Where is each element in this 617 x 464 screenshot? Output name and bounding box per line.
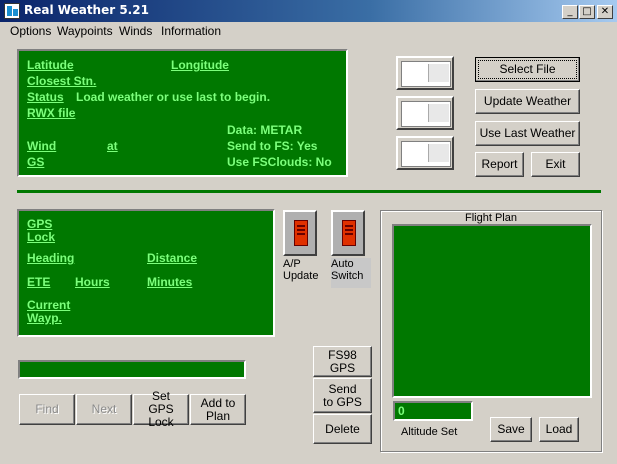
wind-label: Wind xyxy=(27,139,57,153)
wind-at-label: at xyxy=(107,139,118,153)
minimize-button[interactable]: _ xyxy=(562,5,578,19)
status-value: Load weather or use last to begin. xyxy=(76,90,271,104)
ete-label: ETE xyxy=(27,275,51,289)
toggle-box-2[interactable] xyxy=(396,96,454,130)
progress-bar xyxy=(18,360,246,379)
maximize-button[interactable]: □ xyxy=(579,5,595,19)
longitude-label: Longitude xyxy=(171,58,229,72)
app-icon[interactable] xyxy=(4,3,20,19)
select-file-button[interactable]: Select File xyxy=(475,57,580,82)
use-fsclouds-status: Use FSClouds: No xyxy=(227,155,332,169)
rwx-file-label: RWX file xyxy=(27,106,76,120)
find-button[interactable]: Find xyxy=(19,394,75,425)
heading-label: Heading xyxy=(27,251,75,265)
gs-label: GS xyxy=(27,155,45,169)
gps-panel: GPS Lock Heading Distance ETE Hours Minu… xyxy=(17,209,275,337)
toggle-box-3[interactable] xyxy=(396,136,454,170)
close-button[interactable]: ✕ xyxy=(597,5,613,19)
toggle-face xyxy=(401,101,451,127)
load-button[interactable]: Load xyxy=(539,417,579,442)
status-label: Status xyxy=(27,90,64,104)
ap-update-label: A/P Update xyxy=(283,258,319,282)
add-to-plan-button[interactable]: Add to Plan xyxy=(190,394,246,425)
closest-station-label: Closest Stn. xyxy=(27,74,97,88)
save-button[interactable]: Save xyxy=(490,417,532,442)
maximize-icon: □ xyxy=(582,6,592,17)
fs98-gps-button[interactable]: FS98 GPS xyxy=(313,346,372,377)
exit-button[interactable]: Exit xyxy=(531,152,580,177)
flight-plan-title: Flight Plan xyxy=(465,212,517,224)
set-gps-lock-button[interactable]: Set GPS Lock xyxy=(133,390,189,429)
report-button[interactable]: Report xyxy=(475,152,524,177)
toggle-face xyxy=(401,141,451,167)
window-title: Real Weather 5.21 xyxy=(24,3,149,17)
altitude-set-label: Altitude Set xyxy=(401,426,458,438)
menu-winds[interactable]: Winds xyxy=(119,24,152,38)
altitude-input[interactable]: 0 xyxy=(393,401,473,421)
minimize-icon: _ xyxy=(567,6,573,17)
hours-label: Hours xyxy=(75,275,110,289)
weather-panel: Latitude Longitude Closest Stn. Status L… xyxy=(17,49,348,177)
next-button[interactable]: Next xyxy=(76,394,132,425)
menu-options[interactable]: Options xyxy=(10,24,51,38)
use-last-weather-button[interactable]: Use Last Weather xyxy=(475,121,580,146)
close-icon: ✕ xyxy=(600,6,610,17)
update-weather-button[interactable]: Update Weather xyxy=(475,89,580,114)
current-waypoint-label: Current Wayp. xyxy=(27,298,71,325)
toggle-face xyxy=(401,61,451,87)
ap-update-switch[interactable] xyxy=(283,210,317,256)
menu-waypoints[interactable]: Waypoints xyxy=(57,24,113,38)
send-to-gps-button[interactable]: Send to GPS xyxy=(313,378,372,413)
flight-plan-list[interactable] xyxy=(392,224,592,398)
separator-line xyxy=(17,190,601,193)
switch-red-icon xyxy=(294,220,308,246)
data-source: Data: METAR xyxy=(227,123,303,137)
latitude-label: Latitude xyxy=(27,58,74,72)
toggle-box-1[interactable] xyxy=(396,56,454,90)
minutes-label: Minutes xyxy=(147,275,193,289)
auto-switch-label: Auto Switch xyxy=(331,258,371,288)
send-to-fs-status: Send to FS: Yes xyxy=(227,139,318,153)
delete-button[interactable]: Delete xyxy=(313,414,372,444)
distance-label: Distance xyxy=(147,251,198,265)
auto-switch-switch[interactable] xyxy=(331,210,365,256)
menu-information[interactable]: Information xyxy=(161,24,221,38)
switch-red-icon xyxy=(342,220,356,246)
gps-lock-label: GPS Lock xyxy=(27,217,56,244)
